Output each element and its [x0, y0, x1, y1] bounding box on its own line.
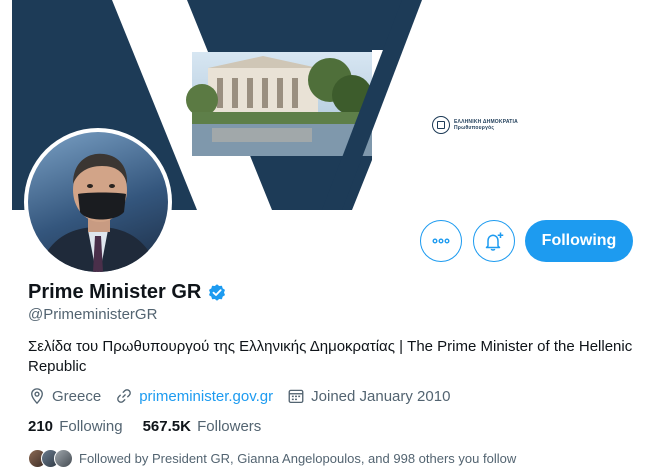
- follower-avatar: [54, 449, 73, 468]
- profile-name-row: Prime Minister GR: [28, 281, 227, 304]
- calendar-icon: [288, 389, 304, 404]
- logo-line-2: Πρωθυπουργός: [454, 125, 495, 131]
- followers-count-link[interactable]: 567.5K Followers: [143, 418, 262, 435]
- location-pin-icon: [31, 388, 43, 405]
- profile-name: Prime Minister GR: [28, 281, 202, 303]
- notifications-button[interactable]: [473, 220, 515, 262]
- followed-by-avatars: [28, 449, 73, 468]
- follow-counts: 210 Following 567.5K Followers: [28, 418, 281, 435]
- website-link[interactable]: primeminister.gov.gr: [139, 388, 273, 405]
- website-item[interactable]: primeminister.gov.gr: [115, 387, 273, 405]
- location-item: Greece: [28, 387, 101, 405]
- followers-count-label: Followers: [197, 418, 262, 435]
- following-button[interactable]: Following: [525, 220, 633, 262]
- joined-text: Joined January 2010: [311, 387, 451, 405]
- followers-count: 567.5K: [142, 418, 191, 435]
- joined-item: Joined January 2010: [287, 387, 450, 405]
- emblem-icon: [432, 116, 450, 134]
- more-options-button[interactable]: [420, 220, 462, 262]
- link-icon: [117, 389, 132, 403]
- verified-badge-icon: [209, 283, 226, 301]
- avatar[interactable]: [24, 128, 172, 276]
- avatar-photo: [28, 132, 168, 272]
- followed-by-text: Followed by President GR, Gianna Angelop…: [79, 451, 517, 466]
- following-count-label: Following: [59, 418, 123, 435]
- location-text: Greece: [52, 387, 102, 405]
- followed-by-row[interactable]: Followed by President GR, Gianna Angelop…: [28, 449, 516, 468]
- profile-handle: @PrimeministerGR: [28, 306, 158, 323]
- following-count-link[interactable]: 210 Following: [28, 418, 123, 435]
- profile-bio: Σελίδα του Πρωθυπουργού της Ελληνικής Δη…: [28, 338, 633, 375]
- government-logo: ΕΛΛΗΝΙΚΗ ΔΗΜΟΚΡΑΤΙΑ Πρωθυπουργός: [432, 116, 518, 134]
- profile-meta: Greece primeminister.gov.gr Joined Janua…: [28, 387, 464, 405]
- following-count: 210: [28, 418, 54, 435]
- bell-plus-icon: [485, 232, 504, 251]
- more-dots-icon: [432, 238, 450, 244]
